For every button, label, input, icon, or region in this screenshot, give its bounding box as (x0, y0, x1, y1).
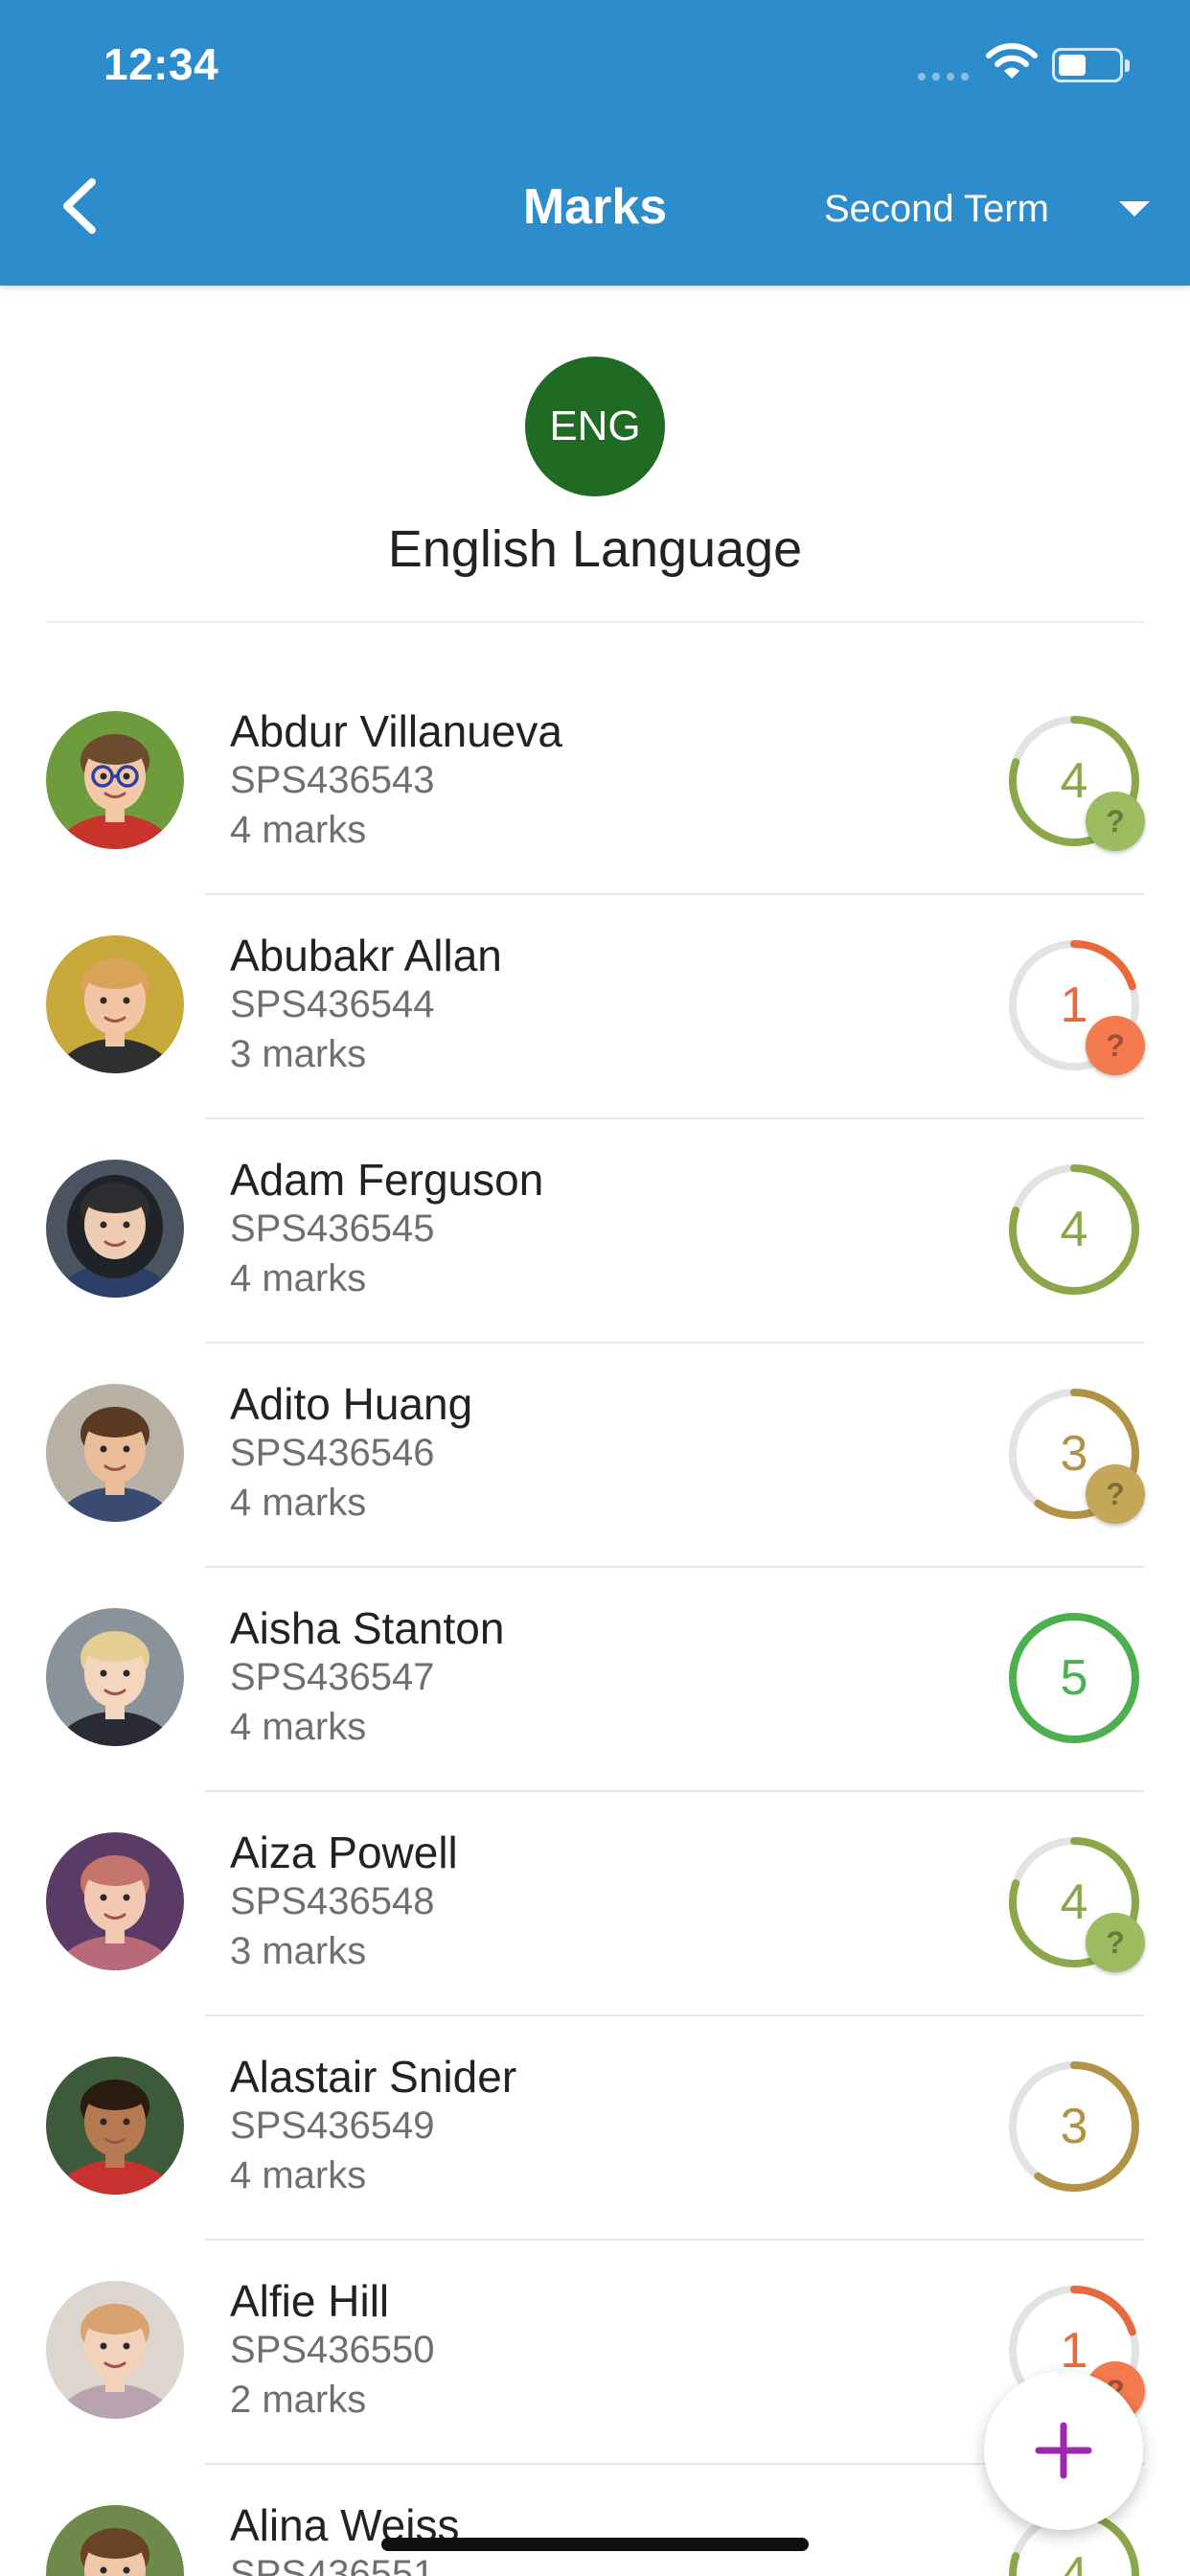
marks-count: 4 marks (230, 809, 367, 851)
caret-down-icon (1119, 201, 1150, 217)
student-avatar (46, 711, 184, 849)
marks-count: 3 marks (230, 1930, 367, 1972)
student-id: SPS436549 (230, 2104, 435, 2147)
marks-count: 4 marks (230, 1482, 367, 1524)
marks-count: 3 marks (230, 1033, 367, 1075)
student-name: Alastair Snider (230, 2052, 517, 2102)
student-id: SPS436545 (230, 1208, 435, 1250)
status-time: 12:34 (103, 39, 219, 89)
student-row[interactable]: Adam Ferguson SPS436545 4 marks 4 (0, 1119, 1190, 1344)
average-mark-ring[interactable]: 3 (1006, 2058, 1142, 2195)
student-name: Adam Ferguson (230, 1155, 544, 1205)
student-name: Alfie Hill (230, 2276, 390, 2326)
student-row[interactable]: Aiza Powell SPS436548 3 marks 4? (0, 1792, 1190, 2016)
average-mark-ring[interactable]: 5 (1006, 1610, 1142, 1746)
student-avatar (46, 2505, 184, 2576)
student-list: Abdur Villanueva SPS436543 4 marks 4? Abub… (0, 671, 1190, 2576)
student-name: Abubakr Allan (230, 931, 502, 980)
term-dropdown[interactable]: Second Term (824, 180, 1150, 238)
term-label: Second Term (824, 187, 1049, 230)
student-row[interactable]: Aisha Stanton SPS436547 4 marks 5 (0, 1568, 1190, 1792)
student-avatar (46, 1608, 184, 1746)
student-name: Aiza Powell (230, 1828, 458, 1877)
student-row[interactable]: Adito Huang SPS436546 4 marks 3? (0, 1344, 1190, 1568)
subject-header: ENG English Language (0, 286, 1190, 623)
student-id: SPS436547 (230, 1656, 435, 1698)
average-mark-ring[interactable]: 4 (1006, 1162, 1142, 1298)
marks-count: 2 marks (230, 2379, 367, 2421)
student-row[interactable]: Alastair Snider SPS436549 4 marks 3 (0, 2016, 1190, 2241)
divider (46, 621, 1144, 623)
marks-count: 4 marks (230, 2154, 367, 2196)
student-id: SPS436551 (230, 2553, 435, 2576)
student-name: Aisha Stanton (230, 1603, 505, 1653)
student-id: SPS436548 (230, 1880, 435, 1922)
average-mark-value: 3 (1060, 2099, 1088, 2154)
plus-icon (1035, 2422, 1092, 2479)
student-id: SPS436543 (230, 759, 435, 801)
student-avatar (46, 1384, 184, 1522)
student-row[interactable]: Abdur Villanueva SPS436543 4 marks 4? (0, 671, 1190, 895)
marks-count: 4 marks (230, 1706, 367, 1748)
student-avatar (46, 1160, 184, 1298)
question-badge-icon: ? (1086, 1016, 1145, 1075)
question-badge-icon: ? (1086, 1464, 1145, 1524)
student-id: SPS436544 (230, 983, 435, 1025)
home-indicator (381, 2538, 809, 2551)
battery-icon (1052, 48, 1130, 82)
student-avatar (46, 935, 184, 1073)
subject-name: English Language (387, 520, 803, 578)
marks-screen: 12:34 Marks Second Term ENG English Lang… (0, 0, 1190, 2576)
question-badge-icon: ? (1086, 1913, 1145, 1972)
student-avatar (46, 2057, 184, 2195)
student-name: Adito Huang (230, 1379, 473, 1429)
student-name: Abdur Villanueva (230, 706, 562, 756)
student-row[interactable]: Abubakr Allan SPS436544 3 marks 1? (0, 895, 1190, 1119)
student-avatar (46, 1832, 184, 1970)
student-avatar (46, 2281, 184, 2419)
student-id: SPS436550 (230, 2329, 435, 2371)
app-bar: 12:34 Marks Second Term (0, 0, 1190, 286)
cellular-signal-icon (918, 73, 969, 80)
subject-badge: ENG (525, 356, 665, 496)
question-badge-icon: ? (1086, 792, 1145, 851)
average-mark-value: 5 (1060, 1650, 1088, 1706)
add-mark-button[interactable] (984, 2371, 1143, 2530)
wifi-icon (985, 42, 1039, 82)
student-id: SPS436546 (230, 1432, 435, 1474)
marks-count: 4 marks (230, 1257, 367, 1300)
average-mark-value: 4 (1060, 1202, 1088, 1257)
